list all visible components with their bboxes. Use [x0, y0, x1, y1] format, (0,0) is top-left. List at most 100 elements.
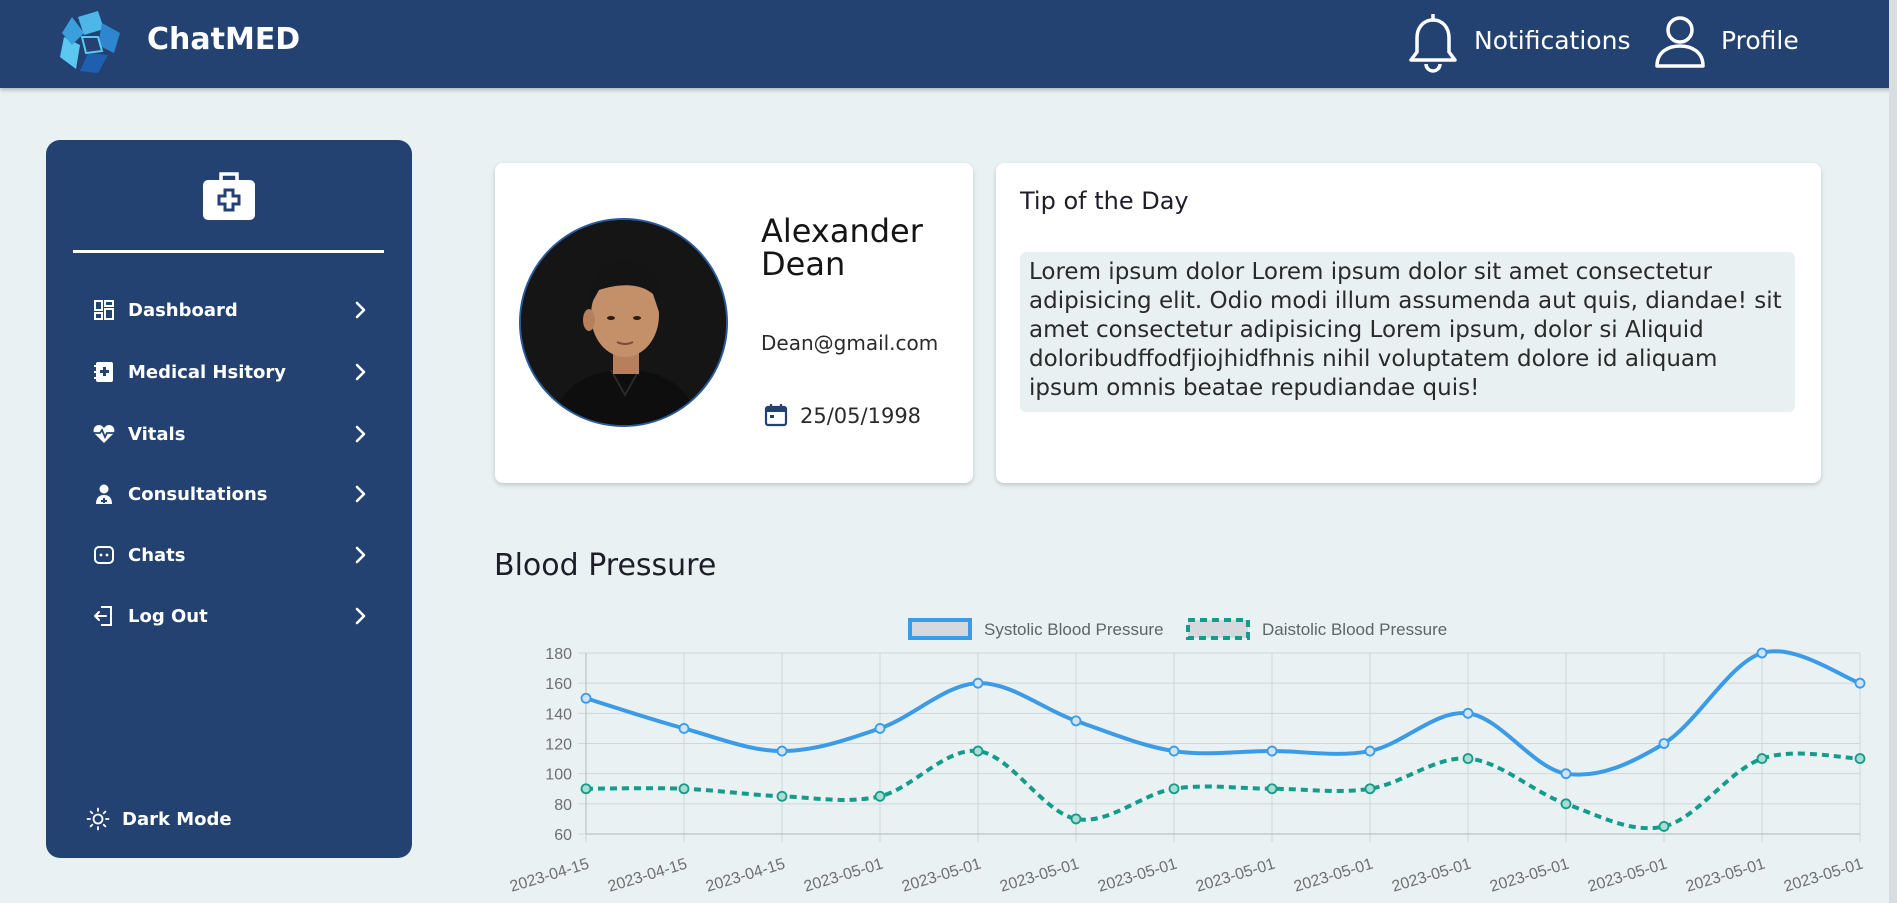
- systolic-point: [1266, 745, 1278, 757]
- tip-card: Tip of the Day Lorem ipsum dolor Lorem i…: [996, 163, 1821, 483]
- sidebar-item-label: Dashboard: [128, 300, 238, 321]
- patient-dob: 25/05/1998: [800, 404, 922, 428]
- medical-book-icon: [94, 362, 113, 382]
- x-tick-label: 2023-05-01: [1390, 856, 1473, 896]
- tip-body: Lorem ipsum dolor Lorem ipsum dolor sit …: [1020, 252, 1795, 412]
- diastolic-point: [1756, 753, 1768, 764]
- systolic-point: [1364, 745, 1376, 757]
- systolic-point: [1462, 707, 1474, 719]
- diastolic-line: [585, 749, 1861, 831]
- sidebar-item-vitals[interactable]: Vitals: [92, 416, 372, 452]
- x-tick-label: 2023-05-01: [1488, 856, 1571, 896]
- user-icon[interactable]: [1652, 14, 1708, 70]
- systolic-point: [776, 745, 788, 757]
- logout-icon: [94, 606, 112, 626]
- diastolic-point: [972, 745, 984, 757]
- chat-icon: [94, 546, 114, 564]
- legend-swatch: [1186, 618, 1250, 640]
- diastolic-point: [1560, 798, 1572, 810]
- systolic-point: [1854, 677, 1866, 689]
- y-tick-label: 140: [545, 706, 572, 723]
- sidebar-divider: [73, 250, 384, 253]
- diastolic-point: [1266, 783, 1278, 795]
- diastolic-point: [678, 783, 690, 795]
- doctor-icon: [96, 484, 112, 504]
- sidebar-item-label: Chats: [128, 545, 186, 566]
- tip-title: Tip of the Day: [1020, 187, 1189, 215]
- sidebar: Dashboard Medical Hsitory Vitals Consult…: [46, 140, 412, 858]
- diastolic-point: [1168, 783, 1180, 795]
- sidebar-item-consultations[interactable]: Consultations: [92, 476, 372, 512]
- medical-kit-icon: [203, 172, 255, 220]
- chevron-right-icon: [355, 485, 366, 503]
- brand-name: ChatMED: [147, 22, 301, 57]
- x-tick-label: 2023-05-01: [1586, 856, 1669, 896]
- dark-mode-toggle[interactable]: Dark Mode: [86, 803, 286, 835]
- heartbeat-icon: [93, 425, 115, 443]
- chevron-right-icon: [355, 301, 366, 319]
- chevron-right-icon: [355, 546, 366, 564]
- sidebar-item-label: Vitals: [128, 424, 186, 445]
- sidebar-item-label: Log Out: [128, 606, 208, 627]
- systolic-point: [1658, 738, 1670, 749]
- y-tick-label: 120: [545, 737, 572, 754]
- bell-icon[interactable]: [1405, 14, 1461, 74]
- diastolic-point: [1462, 753, 1474, 764]
- x-tick-label: 2023-05-01: [1096, 856, 1179, 896]
- diastolic-point: [776, 790, 788, 802]
- diastolic-point: [1070, 813, 1082, 825]
- avatar-image: [521, 220, 726, 425]
- sidebar-item-label: Consultations: [128, 484, 268, 505]
- logo-icon[interactable]: [58, 11, 122, 77]
- systolic-point: [580, 692, 592, 704]
- x-tick-label: 2023-05-01: [1684, 856, 1767, 896]
- legend-label: Systolic Blood Pressure: [984, 620, 1164, 639]
- x-tick-label: 2023-05-01: [1194, 856, 1277, 896]
- x-tick-label: 2023-05-01: [1292, 856, 1375, 896]
- patient-email: Dean@gmail.com: [761, 331, 939, 355]
- x-tick-label: 2023-05-01: [802, 856, 885, 896]
- sidebar-item-log-out[interactable]: Log Out: [92, 598, 372, 634]
- diastolic-point: [1658, 821, 1670, 832]
- sidebar-item-medical-history[interactable]: Medical Hsitory: [92, 354, 372, 390]
- y-tick-label: 160: [545, 676, 572, 693]
- calendar-icon: [764, 404, 788, 427]
- x-tick-label: 2023-04-15: [508, 856, 591, 896]
- diastolic-point: [1854, 753, 1866, 764]
- systolic-point: [1560, 768, 1572, 780]
- systolic-point: [972, 677, 984, 689]
- sidebar-item-chats[interactable]: Chats: [92, 537, 372, 573]
- avatar: [519, 218, 728, 427]
- chevron-right-icon: [355, 363, 366, 381]
- diastolic-point: [580, 783, 592, 795]
- systolic-point: [678, 723, 690, 734]
- dashboard-icon: [94, 300, 114, 320]
- y-tick-label: 80: [554, 797, 572, 814]
- legend-label: Daistolic Blood Pressure: [1262, 620, 1447, 639]
- x-tick-label: 2023-04-15: [606, 856, 689, 896]
- systolic-point: [874, 723, 886, 734]
- diastolic-point: [874, 790, 886, 802]
- x-tick-label: 2023-04-15: [704, 856, 787, 896]
- y-tick-label: 100: [545, 767, 572, 784]
- dark-mode-label: Dark Mode: [122, 809, 232, 830]
- profile-card: Alexander Dean Dean@gmail.com 25/05/1998: [495, 163, 973, 483]
- systolic-point: [1168, 745, 1180, 757]
- x-tick-label: 2023-05-01: [998, 856, 1081, 896]
- chevron-right-icon: [355, 607, 366, 625]
- profile-link[interactable]: Profile: [1721, 26, 1799, 55]
- systolic-point: [1756, 647, 1768, 659]
- legend-swatch: [908, 618, 972, 640]
- blood-pressure-chart: 60 80 100 120 140 160 180 2023-04-15 2023-04-15 2…: [508, 618, 1866, 896]
- sun-icon: [86, 807, 110, 831]
- systolic-point: [1070, 715, 1082, 727]
- x-tick-label: 2023-05-01: [900, 856, 983, 896]
- sidebar-item-dashboard[interactable]: Dashboard: [92, 292, 372, 328]
- chevron-right-icon: [355, 425, 366, 443]
- y-tick-label: 60: [554, 827, 572, 844]
- sidebar-item-label: Medical Hsitory: [128, 362, 286, 383]
- patient-name: Alexander Dean: [761, 212, 923, 283]
- diastolic-point: [1364, 783, 1376, 795]
- top-bar: ChatMED Notifications Profile: [0, 0, 1897, 88]
- notifications-link[interactable]: Notifications: [1474, 26, 1630, 55]
